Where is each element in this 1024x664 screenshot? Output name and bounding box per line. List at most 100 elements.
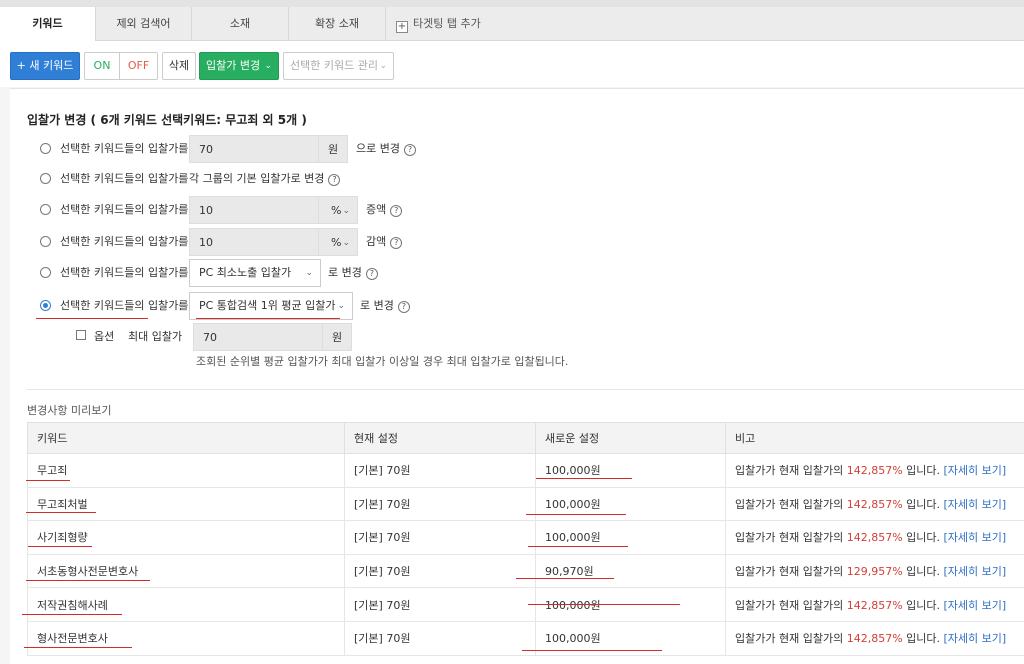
suffix-text: 증액 [366, 203, 387, 216]
option-suffix: 감액? [366, 228, 403, 256]
keyword-cell: 저작권침해사례 [27, 587, 345, 622]
increase-percent-input[interactable]: 10 [189, 196, 319, 224]
table-row: 무고죄처벌 [기본] 70원 100,000원 입찰가가 현재 입찰가의 142… [27, 486, 1024, 522]
suffix-text: 으로 변경 [356, 142, 400, 155]
radio-icon[interactable] [40, 173, 51, 184]
new-cell: 100,000원 [535, 520, 726, 555]
percent-unit-select[interactable]: % ⌄ [318, 228, 358, 256]
details-link[interactable]: [자세히 보기] [944, 531, 1007, 544]
bid-change-button[interactable]: 입찰가 변경 ⌄ [199, 52, 279, 80]
table-row: 무고죄 [기본] 70원 100,000원 입찰가가 현재 입찰가의 142,8… [27, 453, 1024, 488]
option-suffix: 으로 변경? [356, 135, 416, 163]
keyword-cell: 사기죄형량 [27, 520, 345, 555]
bid-option-min-exposure: 선택한 키워드들의 입찰가를 PC 최소노출 입찰가 ⌄ 로 변경? [40, 259, 440, 287]
help-icon[interactable]: ? [390, 237, 403, 249]
table-row: 서초동형사전문변호사 [기본] 70원 90,970원 입찰가가 현재 입찰가의… [27, 553, 1024, 589]
details-link[interactable]: [자세히 보기] [944, 464, 1007, 477]
details-link[interactable]: [자세히 보기] [944, 498, 1007, 511]
tab-excluded-terms[interactable]: 제외 검색어 [96, 7, 192, 41]
keyword-cell: 무고죄 [27, 453, 345, 488]
max-bid-unit: 원 [322, 323, 352, 351]
annotation-underline [28, 546, 92, 547]
option-label: 선택한 키워드들의 입찰가를 [60, 172, 189, 185]
column-header-keyword: 키워드 [27, 422, 345, 454]
annotation-underline [26, 480, 70, 481]
option-checkbox[interactable] [76, 330, 86, 340]
on-button[interactable]: ON [84, 52, 120, 80]
note-text: 입니다. [906, 565, 941, 579]
help-icon[interactable]: ? [397, 301, 410, 313]
tab-creative[interactable]: 소재 [192, 7, 289, 41]
min-exposure-select[interactable]: PC 최소노출 입찰가 ⌄ [189, 259, 321, 287]
annotation-underline [26, 512, 96, 513]
keyword-cell: 서초동형사전문변호사 [27, 553, 345, 589]
bid-option-top-average: 선택한 키워드들의 입찰가를 PC 통합검색 1위 평균 입찰가 ⌄ 로 변경? [40, 292, 440, 320]
note-cell: 입찰가가 현재 입찰가의 129,957% 입니다. [자세히 보기] [725, 553, 1024, 589]
details-link[interactable]: [자세히 보기] [944, 632, 1007, 645]
annotation-underline [22, 614, 122, 615]
top-average-select[interactable]: PC 통합검색 1위 평균 입찰가 ⌄ [189, 292, 353, 320]
radio-icon[interactable] [40, 300, 51, 311]
delete-button[interactable]: 삭제 [162, 52, 196, 80]
preview-title: 변경사항 미리보기 [27, 404, 112, 417]
plus-icon: + [396, 21, 408, 33]
chevron-down-icon: ⌄ [379, 61, 387, 71]
select-value: PC 최소노출 입찰가 [199, 266, 292, 279]
bid-option-decrease: 선택한 키워드들의 입찰가를 10 % ⌄ 감액? [40, 228, 440, 256]
note-text: 입니다. [906, 598, 941, 612]
decrease-percent-input[interactable]: 10 [189, 228, 319, 256]
current-cell: [기본] 70원 [344, 553, 536, 589]
option-suffix: 각 그룹의 기본 입찰가로 변경? [189, 165, 341, 193]
note-text: 입찰가가 현재 입찰가의 [735, 531, 844, 545]
note-text: 입찰가가 현재 입찰가의 [735, 497, 844, 511]
unit-label: 원 [318, 135, 348, 163]
annotation-underline [36, 318, 148, 319]
bid-option-group-default: 선택한 키워드들의 입찰가를 각 그룹의 기본 입찰가로 변경? [40, 165, 440, 193]
fixed-bid-input[interactable]: 70 [189, 135, 319, 163]
note-cell: 입찰가가 현재 입찰가의 142,857% 입니다. [자세히 보기] [725, 620, 1024, 656]
percent-value: 142,857% [846, 598, 903, 612]
chevron-down-icon: ⌄ [342, 238, 350, 248]
max-bid-note: 조회된 순위별 평균 입찰가가 최대 입찰가 이상일 경우 최대 입찰가로 입찰… [196, 355, 569, 368]
note-cell: 입찰가가 현재 입찰가의 142,857% 입니다. [자세히 보기] [725, 587, 1024, 622]
new-cell: 90,970원 [535, 553, 726, 589]
note-cell: 입찰가가 현재 입찰가의 142,857% 입니다. [자세히 보기] [725, 486, 1024, 522]
chevron-down-icon: ⌄ [342, 206, 350, 216]
tab-keyword[interactable]: 키워드 [0, 7, 96, 42]
note-text: 입니다. [906, 497, 941, 511]
tab-extended-creative[interactable]: 확장 소재 [289, 7, 386, 41]
note-text: 입니다. [906, 632, 941, 646]
new-keyword-button[interactable]: + 새 키워드 [10, 52, 80, 80]
option-label: 선택한 키워드들의 입찰가를 [60, 142, 189, 155]
help-icon[interactable]: ? [365, 268, 378, 280]
annotation-underline [528, 546, 628, 547]
help-icon[interactable]: ? [390, 205, 403, 217]
help-icon[interactable]: ? [403, 144, 416, 156]
option-label: 선택한 키워드들의 입찰가를 [60, 203, 189, 216]
new-cell: 100,000원 [535, 453, 726, 488]
suffix-text: 각 그룹의 기본 입찰가로 변경 [189, 172, 325, 185]
percent-unit-select[interactable]: % ⌄ [318, 196, 358, 224]
radio-icon[interactable] [40, 204, 51, 215]
chevron-down-icon: ⌄ [264, 61, 272, 71]
suffix-text: 로 변경 [360, 299, 394, 312]
tab-add-targeting[interactable]: + 타겟팅 탭 추가 [388, 7, 508, 41]
current-cell: [기본] 70원 [344, 620, 536, 656]
percent-value: 142,857% [846, 497, 903, 511]
bid-option-increase: 선택한 키워드들의 입찰가를 10 % ⌄ 증액? [40, 196, 440, 224]
help-icon[interactable]: ? [328, 174, 341, 186]
off-button[interactable]: OFF [119, 52, 158, 80]
max-bid-input[interactable]: 70 [193, 323, 323, 351]
table-row: 저작권침해사례 [기본] 70원 100,000원 입찰가가 현재 입찰가의 1… [27, 587, 1024, 622]
radio-icon[interactable] [40, 143, 51, 154]
manage-keywords-dropdown[interactable]: 선택한 키워드 관리 ⌄ [283, 52, 394, 80]
new-cell: 100,000원 [535, 486, 726, 522]
details-link[interactable]: [자세히 보기] [944, 599, 1007, 612]
radio-icon[interactable] [40, 267, 51, 278]
current-cell: [기본] 70원 [344, 486, 536, 522]
note-text: 입찰가가 현재 입찰가의 [735, 464, 844, 478]
details-link[interactable]: [자세히 보기] [944, 565, 1007, 578]
note-cell: 입찰가가 현재 입찰가의 142,857% 입니다. [자세히 보기] [725, 520, 1024, 555]
preview-table: 키워드 현재 설정 새로운 설정 비고 무고죄 [기본] 70원 100,000… [27, 422, 1024, 656]
radio-icon[interactable] [40, 236, 51, 247]
